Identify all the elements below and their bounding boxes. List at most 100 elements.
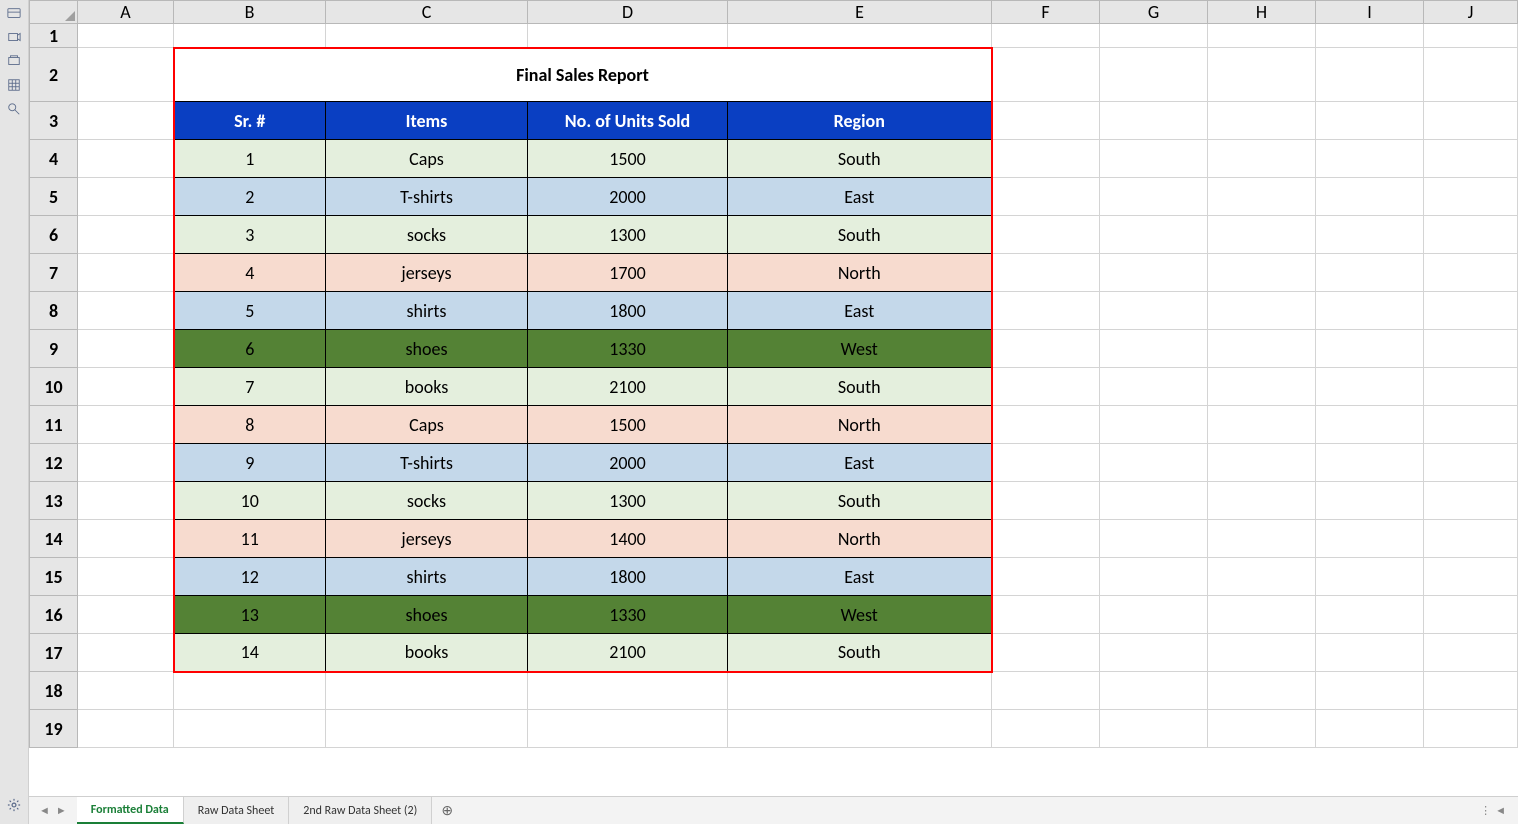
cell[interactable] (1424, 24, 1518, 48)
cell[interactable] (1100, 482, 1208, 520)
table-cell[interactable]: shoes (326, 596, 528, 634)
table-cell[interactable]: 2100 (528, 634, 728, 672)
table-cell[interactable]: shoes (326, 330, 528, 368)
cell[interactable] (78, 140, 174, 178)
cell[interactable] (1424, 330, 1518, 368)
row-header[interactable]: 15 (30, 558, 78, 596)
column-header[interactable]: D (528, 1, 728, 24)
cell[interactable] (1100, 634, 1208, 672)
cell[interactable] (326, 710, 528, 748)
cell[interactable] (1316, 596, 1424, 634)
column-header[interactable]: I (1316, 1, 1424, 24)
table-cell[interactable]: South (728, 216, 992, 254)
table-cell[interactable]: jerseys (326, 520, 528, 558)
cell[interactable] (1424, 216, 1518, 254)
cell[interactable] (1316, 102, 1424, 140)
table-cell[interactable]: 9 (174, 444, 326, 482)
column-header[interactable]: J (1424, 1, 1518, 24)
table-header-cell[interactable]: Items (326, 102, 528, 140)
cell[interactable] (992, 254, 1100, 292)
table-cell[interactable]: South (728, 482, 992, 520)
cell[interactable] (1316, 48, 1424, 102)
cell[interactable] (1424, 596, 1518, 634)
table-cell[interactable]: 1700 (528, 254, 728, 292)
cell[interactable] (1208, 368, 1316, 406)
cell[interactable] (1424, 254, 1518, 292)
table-cell[interactable]: jerseys (326, 254, 528, 292)
cell[interactable] (1100, 178, 1208, 216)
cell[interactable] (174, 710, 326, 748)
table-header-cell[interactable]: Sr. # (174, 102, 326, 140)
table-cell[interactable]: 1330 (528, 596, 728, 634)
cell[interactable] (1208, 520, 1316, 558)
cell[interactable] (1100, 406, 1208, 444)
cell[interactable] (1100, 672, 1208, 710)
table-cell[interactable]: shirts (326, 558, 528, 596)
cell[interactable] (1100, 710, 1208, 748)
sidebar-tool-icon[interactable] (5, 54, 23, 68)
cell[interactable] (528, 710, 728, 748)
cell[interactable] (1100, 368, 1208, 406)
cell[interactable] (1100, 254, 1208, 292)
cell[interactable] (992, 634, 1100, 672)
table-cell[interactable]: 2 (174, 178, 326, 216)
cell[interactable] (528, 24, 728, 48)
cell[interactable] (1424, 710, 1518, 748)
cell[interactable] (1424, 672, 1518, 710)
cell[interactable] (1208, 254, 1316, 292)
cell[interactable] (1316, 634, 1424, 672)
table-cell[interactable]: 1800 (528, 558, 728, 596)
column-header[interactable]: E (728, 1, 992, 24)
cell[interactable] (1208, 102, 1316, 140)
table-cell[interactable]: West (728, 596, 992, 634)
row-header[interactable]: 18 (30, 672, 78, 710)
table-cell[interactable]: 1300 (528, 482, 728, 520)
cell[interactable] (992, 596, 1100, 634)
sidebar-tool-icon[interactable] (5, 78, 23, 92)
cell[interactable] (1208, 178, 1316, 216)
cell[interactable] (1208, 596, 1316, 634)
row-header[interactable]: 2 (30, 48, 78, 102)
table-cell[interactable]: 2100 (528, 368, 728, 406)
cell[interactable] (78, 216, 174, 254)
sheet-tab[interactable]: 2nd Raw Data Sheet (2) (289, 797, 432, 824)
row-header[interactable]: 19 (30, 710, 78, 748)
cell[interactable] (78, 48, 174, 102)
table-cell[interactable]: 7 (174, 368, 326, 406)
cell[interactable] (78, 102, 174, 140)
cell[interactable] (1316, 558, 1424, 596)
table-cell[interactable]: Caps (326, 406, 528, 444)
tab-right-dots-icon[interactable]: ⋮ (1480, 804, 1491, 817)
cell[interactable] (992, 558, 1100, 596)
cell[interactable] (326, 24, 528, 48)
table-cell[interactable]: socks (326, 482, 528, 520)
table-cell[interactable]: 5 (174, 292, 326, 330)
row-header[interactable]: 16 (30, 596, 78, 634)
table-header-cell[interactable]: No. of Units Sold (528, 102, 728, 140)
table-cell[interactable]: 3 (174, 216, 326, 254)
cell[interactable] (1424, 444, 1518, 482)
table-header-cell[interactable]: Region (728, 102, 992, 140)
report-title[interactable]: Final Sales Report (174, 48, 992, 102)
cell[interactable] (1424, 558, 1518, 596)
table-cell[interactable]: T-shirts (326, 178, 528, 216)
table-cell[interactable]: Caps (326, 140, 528, 178)
cell[interactable] (78, 634, 174, 672)
cell[interactable] (78, 178, 174, 216)
cell[interactable] (1424, 520, 1518, 558)
tab-prev-icon[interactable]: ◄ (39, 804, 50, 817)
table-cell[interactable]: North (728, 520, 992, 558)
cell[interactable] (1424, 406, 1518, 444)
cell[interactable] (1316, 672, 1424, 710)
row-header[interactable]: 4 (30, 140, 78, 178)
row-header[interactable]: 8 (30, 292, 78, 330)
table-cell[interactable]: 1330 (528, 330, 728, 368)
table-cell[interactable]: socks (326, 216, 528, 254)
cell[interactable] (78, 254, 174, 292)
cell[interactable] (1316, 482, 1424, 520)
cell[interactable] (1316, 292, 1424, 330)
table-cell[interactable]: 1 (174, 140, 326, 178)
table-cell[interactable]: 12 (174, 558, 326, 596)
table-cell[interactable]: South (728, 634, 992, 672)
cell[interactable] (992, 330, 1100, 368)
